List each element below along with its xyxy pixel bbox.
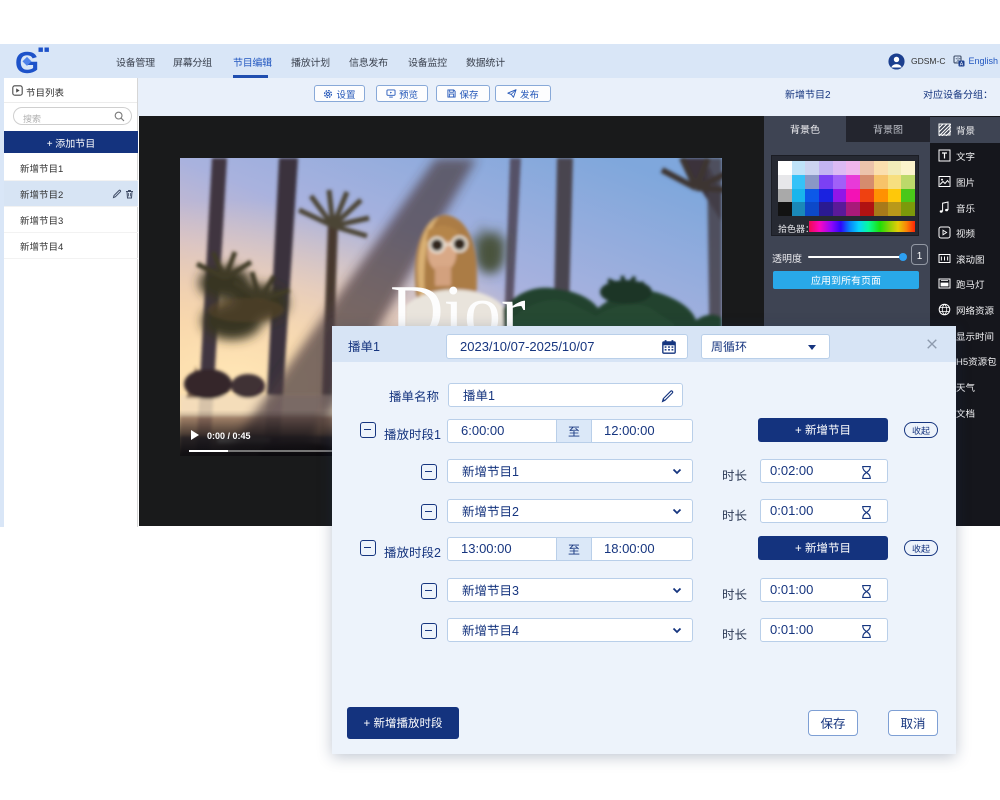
svg-text:A: A (960, 62, 964, 67)
svg-text:0:00 / 0:45: 0:00 / 0:45 (207, 431, 251, 441)
